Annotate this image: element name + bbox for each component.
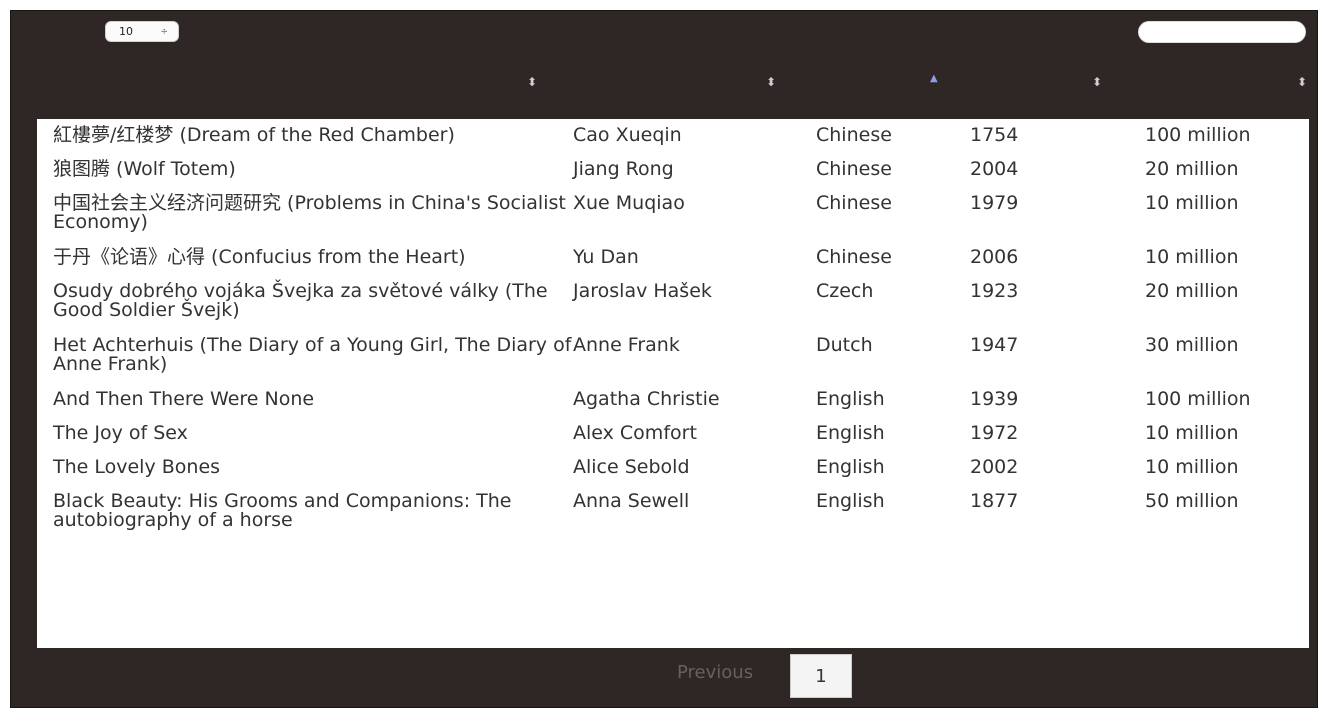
cell-year: 1947: [970, 334, 1019, 356]
cell-sales: 30 million: [1145, 334, 1239, 356]
cell-sales: 100 million: [1145, 124, 1251, 146]
cell-year: 2002: [970, 456, 1019, 478]
cell-author: Xue Muqiao: [573, 192, 685, 214]
cell-title: 紅樓夢/红楼梦 (Dream of the Red Chamber): [53, 124, 455, 146]
cell-year: 1972: [970, 422, 1019, 444]
sort-year-active-icon[interactable]: ▲: [930, 73, 938, 84]
cell-year: 1877: [970, 490, 1019, 512]
table-wrapper: 10 ÷ ⬍ ⬍ ▲ ⬍ ⬍ 紅樓夢/红楼梦 (Dream of the Red…: [10, 10, 1318, 708]
cell-title: Het Achterhuis (The Diary of a Young Gir…: [53, 334, 572, 375]
cell-title: Osudy dobrého vojáka Švejka za světové v…: [53, 280, 548, 321]
previous-button[interactable]: Previous: [677, 662, 753, 683]
cell-year: 2006: [970, 246, 1019, 268]
search-input[interactable]: [1138, 21, 1306, 43]
cell-title: 于丹《论语》心得 (Confucius from the Heart): [53, 246, 466, 268]
table-row: Het Achterhuis (The Diary of a Young Gir…: [37, 329, 1309, 383]
table-row: And Then There Were None Agatha Christie E…: [37, 383, 1309, 417]
cell-title: The Joy of Sex: [53, 422, 188, 444]
cell-title: 中国社会主义经济问题研究 (Problems in China's Social…: [53, 192, 566, 233]
table-row: Osudy dobrého vojáka Švejka za světové v…: [37, 275, 1309, 329]
cell-language: Chinese: [816, 246, 892, 268]
cell-title: And Then There Were None: [53, 388, 315, 410]
cell-year: 1923: [970, 280, 1019, 302]
page-length-select[interactable]: 10 ÷: [105, 21, 179, 42]
cell-language: Czech: [816, 280, 874, 302]
cell-language: English: [816, 422, 885, 444]
cell-language: English: [816, 456, 885, 478]
cell-author: Alice Sebold: [573, 456, 690, 478]
cell-sales: 10 million: [1145, 422, 1239, 444]
cell-author: Jiang Rong: [573, 158, 674, 180]
cell-title: Black Beauty: His Grooms and Companions:…: [53, 490, 512, 531]
table-row: 于丹《论语》心得 (Confucius from the Heart) Yu Da…: [37, 241, 1309, 275]
cell-author: Anne Frank: [573, 334, 680, 356]
cell-author: Jaroslav Hašek: [573, 280, 712, 302]
page-1-button[interactable]: 1: [790, 654, 852, 698]
cell-language: Chinese: [816, 192, 892, 214]
cell-sales: 50 million: [1145, 490, 1239, 512]
sort-year-icon[interactable]: ⬍: [1092, 76, 1102, 88]
cell-language: Dutch: [816, 334, 873, 356]
cell-author: Anna Sewell: [573, 490, 690, 512]
table-row: The Joy of Sex Alex Comfort English 1972 10 …: [37, 417, 1309, 451]
table-row: 紅樓夢/红楼梦 (Dream of the Red Chamber) Cao Xu…: [37, 119, 1309, 153]
cell-language: Chinese: [816, 124, 892, 146]
table-row: Black Beauty: His Grooms and Companions:…: [37, 485, 1309, 539]
cell-sales: 20 million: [1145, 158, 1239, 180]
cell-title: 狼图腾 (Wolf Totem): [53, 158, 236, 180]
cell-author: Agatha Christie: [573, 388, 720, 410]
cell-title: The Lovely Bones: [53, 456, 221, 478]
cell-year: 1979: [970, 192, 1019, 214]
cell-sales: 10 million: [1145, 246, 1239, 268]
table-header: ⬍ ⬍ ▲ ⬍ ⬍: [37, 69, 1309, 117]
cell-sales: 10 million: [1145, 456, 1239, 478]
cell-language: English: [816, 388, 885, 410]
page-length-value: 10: [119, 25, 133, 38]
cell-author: Cao Xueqin: [573, 124, 682, 146]
table-row: The Lovely Bones Alice Sebold English 2002 1…: [37, 451, 1309, 485]
cell-year: 1754: [970, 124, 1019, 146]
select-arrows-icon: ÷: [160, 26, 168, 37]
cell-author: Yu Dan: [573, 246, 639, 268]
cell-language: English: [816, 490, 885, 512]
cell-sales: 100 million: [1145, 388, 1251, 410]
cell-language: Chinese: [816, 158, 892, 180]
table-row: 狼图腾 (Wolf Totem) Jiang Rong Chinese 2004 20 …: [37, 153, 1309, 187]
sort-sales-icon[interactable]: ⬍: [1297, 76, 1307, 88]
cell-sales: 10 million: [1145, 192, 1239, 214]
cell-year: 2004: [970, 158, 1019, 180]
data-table: 紅樓夢/红楼梦 (Dream of the Red Chamber) Cao Xu…: [37, 119, 1309, 648]
cell-year: 1939: [970, 388, 1019, 410]
pagination: Previous 1: [11, 654, 1317, 698]
cell-author: Alex Comfort: [573, 422, 697, 444]
sort-author-icon[interactable]: ⬍: [766, 76, 776, 88]
cell-sales: 20 million: [1145, 280, 1239, 302]
sort-title-icon[interactable]: ⬍: [527, 76, 537, 88]
table-row: 中国社会主义经济问题研究 (Problems in China's Social…: [37, 187, 1309, 241]
